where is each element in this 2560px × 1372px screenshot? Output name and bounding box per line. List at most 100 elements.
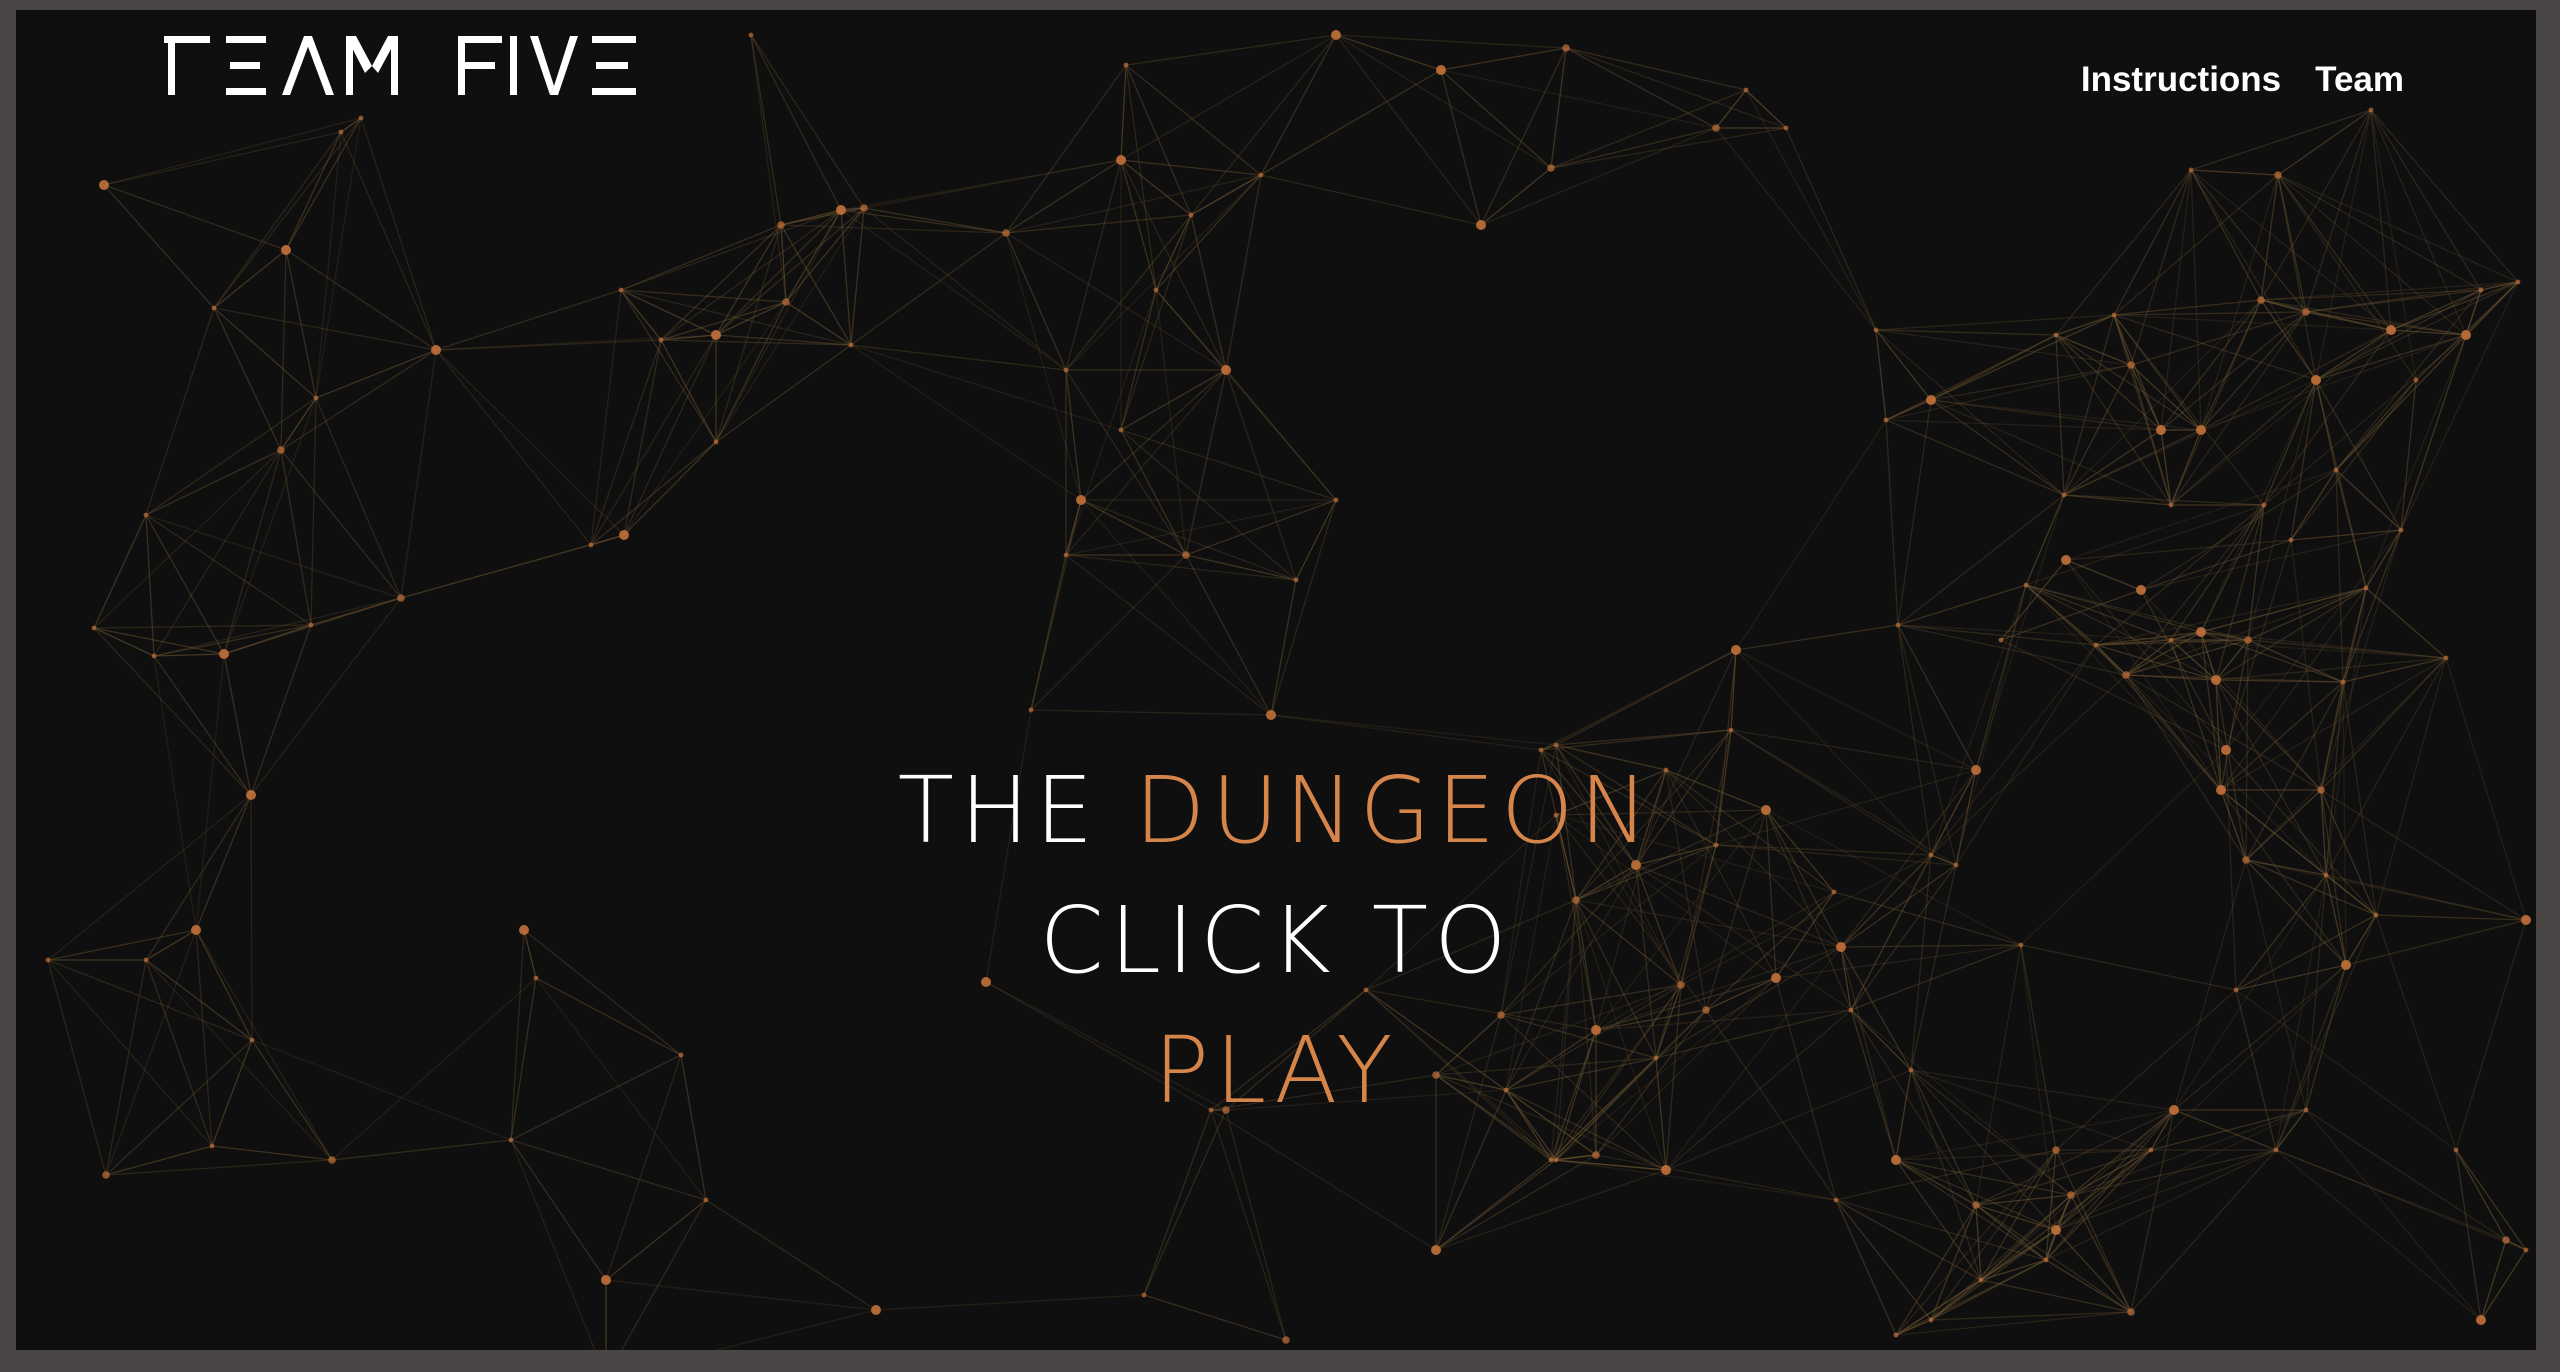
network-node — [618, 287, 624, 293]
network-node — [2093, 642, 2099, 648]
network-node — [2363, 585, 2369, 591]
network-node — [1116, 155, 1126, 165]
network-line — [280, 449, 402, 599]
network-line — [2365, 529, 2402, 589]
network-node — [2053, 332, 2059, 338]
network-node — [1562, 44, 1570, 52]
nav-team-link[interactable]: Team — [2315, 60, 2404, 100]
network-line — [1555, 729, 1732, 746]
hero-title-prefix: THE — [897, 757, 1100, 864]
network-line — [2370, 109, 2519, 283]
network-node — [2168, 637, 2174, 643]
hero-title-line: THE DUNGEON — [16, 746, 2536, 876]
network-line — [660, 301, 787, 341]
network-node — [2340, 679, 2346, 685]
network-line — [2260, 109, 2372, 301]
network-line — [660, 224, 782, 341]
network-node — [1123, 62, 1129, 68]
network-node — [2111, 312, 2117, 318]
network-line — [2200, 379, 2317, 633]
network-line — [620, 224, 782, 291]
network-line — [1835, 1199, 1932, 1321]
network-line — [360, 117, 437, 351]
network-line — [1550, 47, 1567, 169]
network-line — [1120, 214, 1192, 431]
network-node — [1873, 327, 1879, 333]
network-node — [2502, 1236, 2510, 1244]
network-node — [431, 345, 441, 355]
network-node — [2333, 467, 2339, 473]
network-line — [2215, 639, 2249, 681]
network-line — [1005, 214, 1192, 234]
network-line — [620, 1199, 707, 1350]
network-line — [863, 207, 1067, 371]
network-line — [510, 1139, 596, 1350]
play-title[interactable]: THE DUNGEON CLICK TO PLAY — [16, 746, 2536, 1136]
network-line — [2335, 469, 2367, 589]
network-line — [2095, 504, 2265, 646]
network-line — [1210, 1109, 1287, 1341]
network-node — [1926, 395, 1936, 405]
network-line — [1895, 1279, 1982, 1336]
network-line — [145, 514, 402, 599]
network-node — [1661, 1165, 1671, 1175]
network-line — [2315, 379, 2402, 531]
network-line — [1080, 369, 1227, 501]
network-node — [1188, 212, 1194, 218]
network-line — [1143, 1109, 1227, 1296]
team-five-logo[interactable]: TEAM FIVE — [164, 26, 644, 102]
network-node — [358, 115, 364, 121]
network-node — [2127, 1308, 2135, 1316]
network-line — [1735, 624, 1899, 651]
network-line — [2140, 469, 2337, 591]
network-node — [2523, 1247, 2529, 1253]
network-line — [1480, 127, 1717, 226]
network-line — [2275, 1149, 2527, 1251]
network-line — [2113, 314, 2162, 431]
network-node — [2478, 287, 2484, 293]
network-line — [1835, 1199, 1982, 1281]
network-line — [1225, 369, 1297, 581]
network-node — [2148, 1147, 2154, 1153]
network-line — [1185, 554, 1297, 581]
network-node — [1553, 1157, 1559, 1163]
network-lines — [47, 34, 2527, 1350]
network-line — [2063, 314, 2115, 496]
network-line — [850, 232, 1007, 346]
network-line — [2315, 329, 2392, 381]
nav-instructions-link[interactable]: Instructions — [2081, 60, 2281, 100]
network-node — [2196, 425, 2206, 435]
network-node — [1712, 124, 1720, 132]
network-node — [1978, 1277, 1984, 1283]
network-node — [2127, 361, 2135, 369]
network-node — [2061, 555, 2071, 565]
network-line — [285, 131, 342, 251]
network-line — [1225, 1109, 1287, 1341]
network-line — [1735, 419, 1887, 651]
network-node — [328, 1156, 336, 1164]
network-node — [1895, 622, 1901, 628]
network-line — [2290, 529, 2402, 541]
network-line — [2480, 1239, 2507, 1321]
game-landing-screen[interactable]: TEAM FIVE Instructions Team THE DUNGEON … — [16, 10, 2536, 1350]
team-five-logo-icon — [164, 36, 636, 95]
network-node — [1891, 1155, 1901, 1165]
network-line — [1030, 709, 1272, 716]
network-node — [2302, 308, 2310, 316]
network-node — [313, 395, 319, 401]
network-node — [601, 1275, 611, 1285]
network-line — [280, 397, 317, 451]
network-line — [1120, 34, 1337, 161]
network-line — [2365, 587, 2447, 659]
network-line — [1835, 1199, 1897, 1336]
network-node — [102, 1171, 110, 1179]
network-line — [1065, 214, 1192, 371]
network-line — [1065, 159, 1122, 371]
network-node — [782, 298, 790, 306]
network-node — [703, 1197, 709, 1203]
network-line — [2070, 1149, 2277, 1196]
network-line — [1440, 69, 1482, 226]
network-line — [605, 1199, 707, 1281]
network-line — [2335, 469, 2344, 683]
network-node — [1028, 707, 1034, 713]
